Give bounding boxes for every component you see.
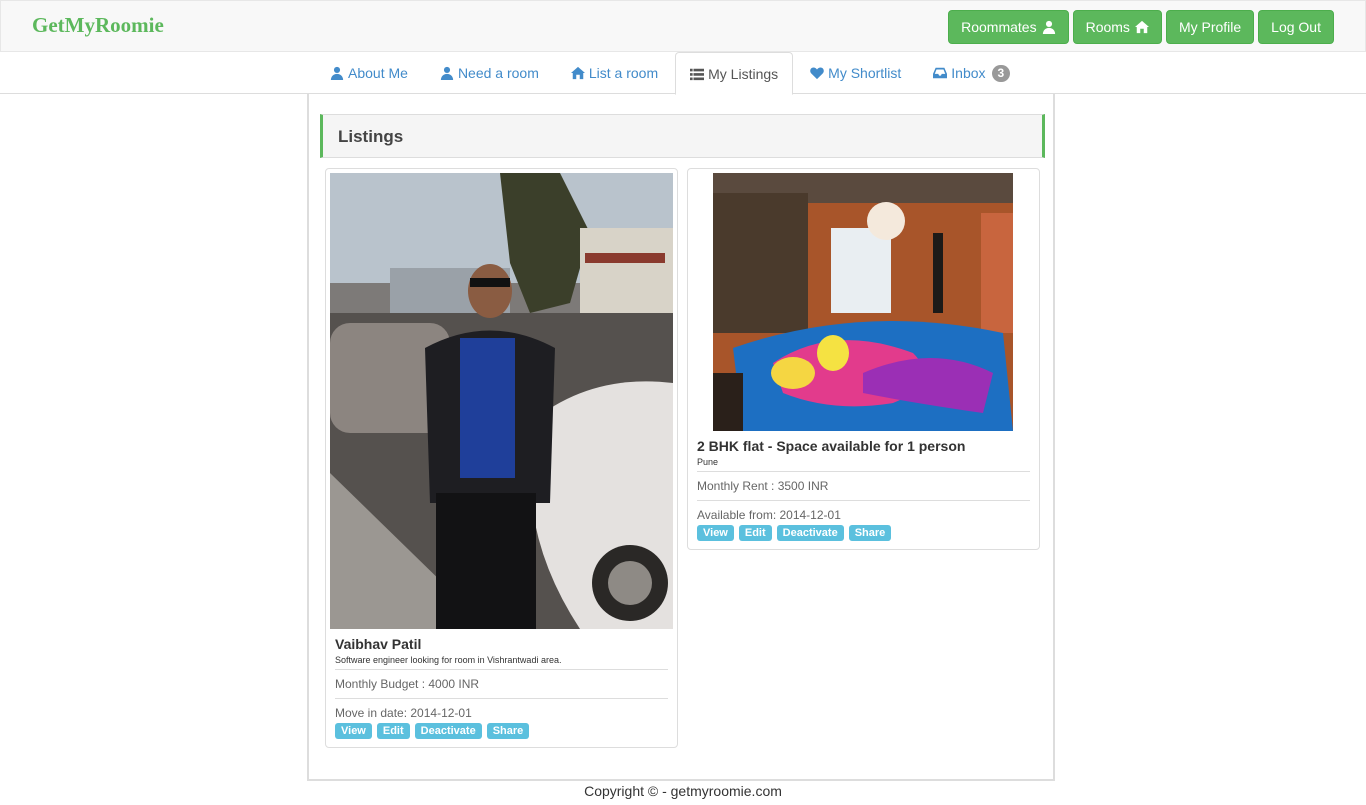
log-out-label: Log Out xyxy=(1271,19,1321,35)
tab-my-listings[interactable]: My Listings xyxy=(675,52,794,95)
move-in-date: Move in date: 2014-12-01 xyxy=(335,706,472,720)
tab-label: List a room xyxy=(588,65,659,81)
brand-logo[interactable]: GetMyRoomie xyxy=(32,13,164,38)
available-from: Available from: 2014-12-01 xyxy=(697,508,841,522)
rooms-button[interactable]: Rooms xyxy=(1072,10,1162,44)
monthly-rent: Monthly Rent : 3500 INR xyxy=(697,472,1030,501)
my-profile-label: My Profile xyxy=(1178,19,1242,35)
user-icon xyxy=(440,66,454,80)
rooms-label: Rooms xyxy=(1085,19,1130,35)
tab-need-a-room[interactable]: Need a room xyxy=(425,52,554,94)
heart-icon xyxy=(810,67,824,80)
my-profile-button[interactable]: My Profile xyxy=(1165,10,1255,44)
top-navbar: GetMyRoomie Roommates Rooms My Profile L… xyxy=(0,0,1366,52)
room-photo[interactable] xyxy=(713,173,1013,431)
tab-inbox[interactable]: Inbox 3 xyxy=(918,52,1025,94)
user-icon xyxy=(330,66,344,80)
tab-my-shortlist[interactable]: My Shortlist xyxy=(795,52,916,94)
deactivate-button[interactable]: Deactivate xyxy=(776,525,844,541)
tab-list-a-room[interactable]: List a room xyxy=(556,52,673,94)
roommates-button[interactable]: Roommates xyxy=(948,10,1069,44)
monthly-budget: Monthly Budget : 4000 INR xyxy=(335,670,668,699)
view-button[interactable]: View xyxy=(697,525,734,541)
share-button[interactable]: Share xyxy=(848,525,892,541)
tab-bar: About Me Need a room List a room My List… xyxy=(0,52,1366,95)
inbox-count-badge: 3 xyxy=(991,64,1011,82)
roommates-label: Roommates xyxy=(961,19,1037,35)
main-content: Listings Vaibhav Patil Software engineer… xyxy=(307,94,1055,781)
listings-title: Listings xyxy=(338,127,404,146)
listing-actions: View Edit Deactivate Share xyxy=(335,723,668,739)
home-icon xyxy=(1134,20,1149,34)
listing-card: Vaibhav Patil Software engineer looking … xyxy=(325,168,678,748)
tab-about-me[interactable]: About Me xyxy=(315,52,423,94)
footer-copyright: Copyright © - getmyroomie.com xyxy=(584,783,782,799)
view-button[interactable]: View xyxy=(335,723,372,739)
navbar-buttons: Roommates Rooms My Profile Log Out xyxy=(948,10,1334,44)
listing-actions: View Edit Deactivate Share xyxy=(697,525,1030,541)
tab-label: My Listings xyxy=(708,65,779,82)
edit-button[interactable]: Edit xyxy=(376,723,410,739)
profile-photo[interactable] xyxy=(330,173,673,629)
listing-location: Pune xyxy=(697,457,1030,472)
home-icon xyxy=(570,66,585,80)
tab-label: About Me xyxy=(348,65,408,81)
person-photo-image xyxy=(330,173,673,629)
listing-title[interactable]: Vaibhav Patil xyxy=(335,636,668,653)
inbox-icon xyxy=(933,67,948,79)
listing-title[interactable]: 2 BHK flat - Space available for 1 perso… xyxy=(697,438,1030,455)
log-out-button[interactable]: Log Out xyxy=(1258,10,1334,44)
listing-card-body: Vaibhav Patil Software engineer looking … xyxy=(335,636,668,739)
user-icon xyxy=(1042,20,1055,34)
edit-button[interactable]: Edit xyxy=(738,525,772,541)
tab-label: Need a room xyxy=(457,65,539,81)
listings-header: Listings xyxy=(320,114,1045,158)
list-icon xyxy=(690,68,705,80)
listing-card-body: 2 BHK flat - Space available for 1 perso… xyxy=(697,438,1030,541)
room-photo-image xyxy=(713,173,1013,431)
deactivate-button[interactable]: Deactivate xyxy=(414,723,482,739)
tab-label: Inbox xyxy=(951,65,986,81)
tab-label: My Shortlist xyxy=(828,65,902,81)
listing-card: 2 BHK flat - Space available for 1 perso… xyxy=(687,168,1040,550)
share-button[interactable]: Share xyxy=(486,723,530,739)
listing-subtitle: Software engineer looking for room in Vi… xyxy=(335,655,668,670)
